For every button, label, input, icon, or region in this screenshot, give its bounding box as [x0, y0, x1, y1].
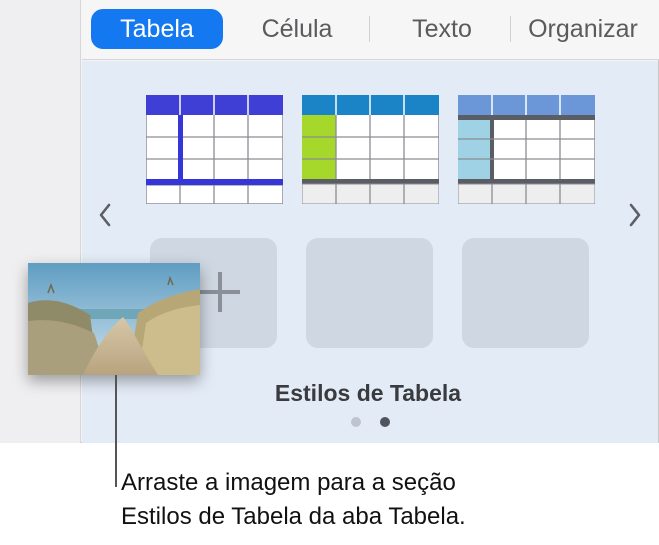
tab-divider	[510, 16, 511, 42]
table-style-green[interactable]	[301, 94, 440, 205]
tab-texto[interactable]: Texto	[387, 9, 497, 49]
dragged-beach-image[interactable]	[28, 263, 200, 375]
empty-style-slot[interactable]	[462, 238, 589, 348]
callout-line-2: Estilos de Tabela da aba Tabela.	[121, 503, 466, 530]
chevron-left-icon[interactable]	[95, 200, 115, 230]
table-style-blue[interactable]	[145, 94, 284, 205]
callout-line	[115, 375, 117, 487]
chevron-right-icon[interactable]	[625, 200, 645, 230]
page-dot-1[interactable]	[351, 417, 361, 427]
panel-title: Estilos de Tabela	[274, 380, 462, 406]
table-style-light-blue[interactable]	[457, 94, 596, 205]
left-sidebar-strip	[0, 0, 81, 443]
empty-style-slot[interactable]	[306, 238, 433, 348]
inspector-tab-bar: Tabela Célula Texto Organizar	[82, 0, 659, 60]
tab-organizar[interactable]: Organizar	[516, 9, 650, 49]
tab-celula[interactable]: Célula	[242, 9, 352, 49]
tab-tabela[interactable]: Tabela	[91, 9, 223, 49]
callout-line-1: Arraste a imagem para a seção	[121, 469, 456, 496]
callout-text: Arraste a imagem para a seção Estilos de…	[121, 466, 641, 534]
tab-divider	[369, 16, 370, 42]
page-dot-2[interactable]	[380, 417, 390, 427]
plus-icon[interactable]	[200, 272, 240, 312]
